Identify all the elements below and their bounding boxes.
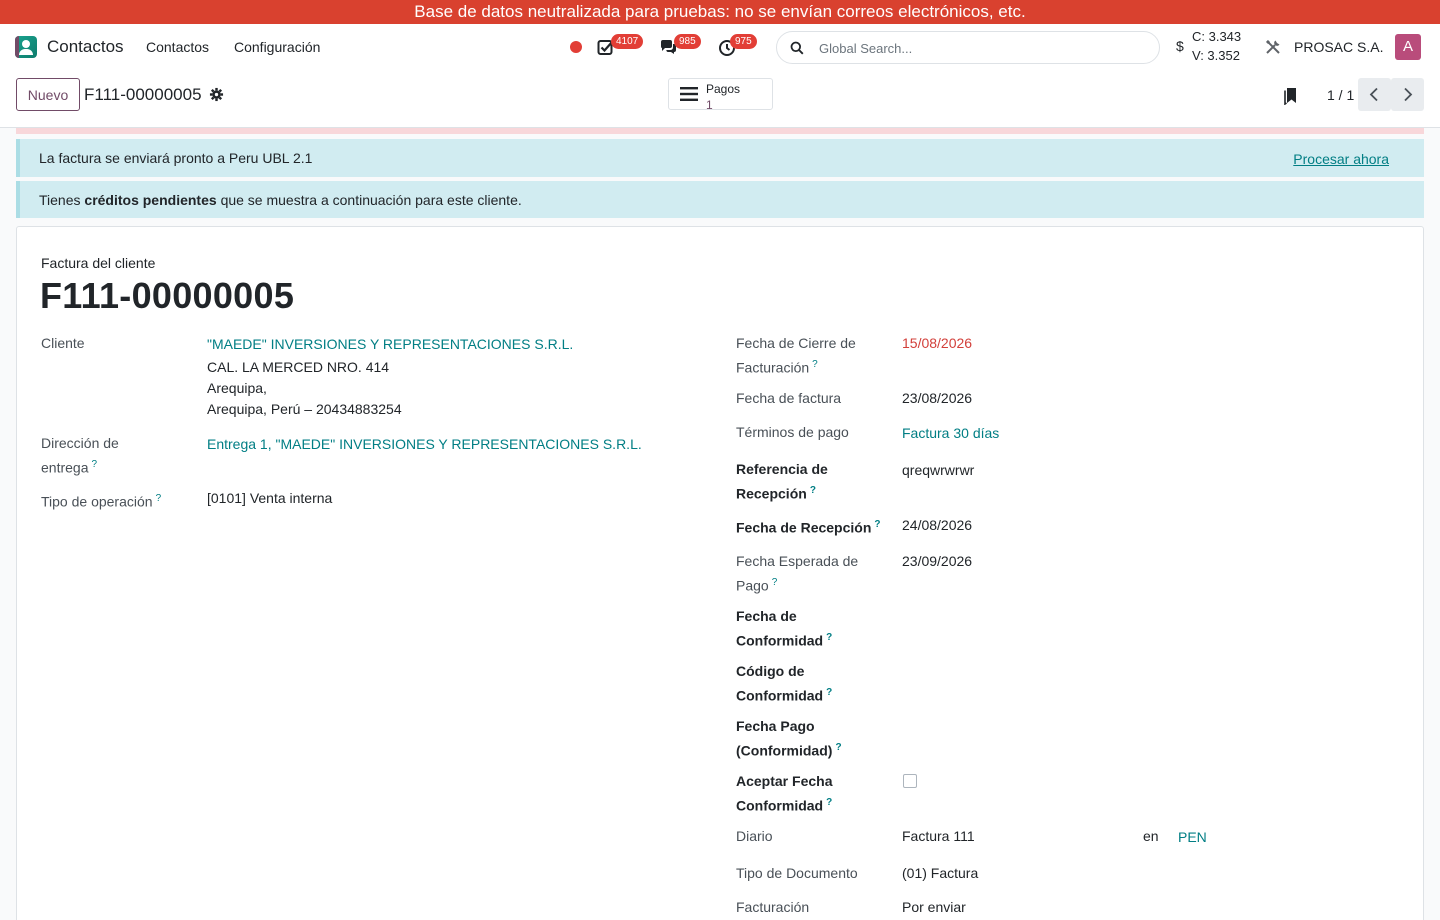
customer-field[interactable]: "MAEDE" INVERSIONES Y REPRESENTACIONES S… <box>207 334 573 355</box>
company-switcher[interactable]: PROSAC S.A. <box>1294 39 1383 55</box>
chevron-left-icon <box>1369 87 1378 102</box>
activities-badge: 4107 <box>611 34 644 49</box>
invoice-date-label: Fecha de factura <box>736 390 842 406</box>
customer-label: Cliente <box>41 335 85 351</box>
customer-address-line2: Arequipa, <box>207 380 267 396</box>
pager-value[interactable]: 1 / 1 <box>1327 87 1354 103</box>
bookmark-icon[interactable] <box>1283 87 1299 105</box>
ubl-alert-text: La factura se enviará pronto a Peru UBL … <box>39 150 313 166</box>
operation-type-field[interactable]: [0101] Venta interna <box>207 488 332 509</box>
new-button[interactable]: Nuevo <box>16 78 80 111</box>
pending-credits-link[interactable]: créditos pendientes <box>84 192 216 208</box>
pending-credits-alert: Tienes créditos pendientes que se muestr… <box>16 181 1424 218</box>
credits-alert-text: Tienes créditos pendientes que se muestr… <box>39 192 522 208</box>
reception-date-label: Fecha de Recepción? <box>736 519 881 536</box>
menu-configuracion[interactable]: Configuración <box>234 39 320 55</box>
journal-label: Diario <box>736 828 773 844</box>
tools-icon[interactable] <box>1265 39 1281 55</box>
list-bars-icon <box>680 87 698 101</box>
ubl-send-alert: La factura se enviará pronto a Peru UBL … <box>16 139 1424 177</box>
invoice-form-sheet: Factura del cliente F111-00000005 Client… <box>16 226 1424 920</box>
process-now-link[interactable]: Procesar ahora <box>1293 151 1389 167</box>
warning-alert-edge <box>16 128 1424 134</box>
payment-terms-label: Términos de pago <box>736 424 849 440</box>
exchange-rate-sell[interactable]: V: 3.352 <box>1192 48 1240 63</box>
expected-payment-date-label: Fecha Esperada de Pago? <box>736 553 859 594</box>
document-type: Factura del cliente <box>41 255 156 271</box>
document-type-label: Tipo de Documento <box>736 865 858 881</box>
operation-type-label: Tipo de operación? <box>41 493 162 510</box>
messages-badge: 985 <box>674 34 701 49</box>
search-icon <box>790 41 804 55</box>
expected-payment-date-field[interactable]: 23/09/2026 <box>902 551 972 572</box>
app-name[interactable]: Contactos <box>47 37 124 57</box>
currency-separator: en <box>1143 828 1159 844</box>
document-type-field[interactable]: (01) Factura <box>902 863 978 884</box>
delivery-address-label: Dirección de entrega? <box>41 435 119 476</box>
customer-address-line1: CAL. LA MERCED NRO. 414 <box>207 359 390 375</box>
reception-reference-field[interactable]: qreqwrwrwr <box>902 460 974 481</box>
main-navbar: Contactos Contactos Configuración 4107 9… <box>0 24 1440 70</box>
accept-conformity-date-checkbox[interactable] <box>903 774 917 788</box>
menu-contactos[interactable]: Contactos <box>146 39 209 55</box>
currency-field[interactable]: PEN <box>1178 827 1207 848</box>
payment-terms-field[interactable]: Factura 30 días <box>902 423 999 444</box>
accept-conformity-date-label: Aceptar Fecha Conformidad? <box>736 773 833 814</box>
payments-label: Pagos <box>706 82 741 96</box>
contacts-app-icon[interactable] <box>15 36 37 58</box>
global-search[interactable] <box>776 31 1160 64</box>
control-panel: Nuevo F111-00000005 Pagos 1 1 / 1 <box>0 70 1440 128</box>
billing-status-label: Facturación <box>736 899 810 915</box>
journal-field[interactable]: Factura 111 <box>902 826 975 847</box>
recording-dot-icon[interactable] <box>570 41 582 53</box>
reception-reference-label: Referencia de Recepción? <box>736 461 828 502</box>
invoice-number-title: F111-00000005 <box>40 275 295 316</box>
pager-next-button[interactable] <box>1391 78 1424 111</box>
breadcrumb-record-name: F111-00000005 <box>84 85 202 104</box>
chevron-right-icon <box>1404 87 1413 102</box>
pager-previous-button[interactable] <box>1358 78 1391 111</box>
user-avatar[interactable]: A <box>1395 34 1421 60</box>
delivery-address-field[interactable]: Entrega 1, "MAEDE" INVERSIONES Y REPRESE… <box>207 434 642 455</box>
reception-date-field[interactable]: 24/08/2026 <box>902 515 972 536</box>
conformity-code-label: Código de Conformidad? <box>736 663 833 704</box>
billing-status-field: Por enviar <box>902 899 966 915</box>
conformity-date-label: Fecha de Conformidad? <box>736 608 833 649</box>
billing-close-date-field[interactable]: 15/08/2026 <box>902 333 972 354</box>
currency-symbol[interactable]: $ <box>1176 38 1184 54</box>
neutralized-db-banner: Base de datos neutralizada para pruebas:… <box>0 0 1440 24</box>
exchange-rate-buy[interactable]: C: 3.343 <box>1192 29 1241 44</box>
conformity-payment-date-label: Fecha Pago (Conformidad)? <box>736 718 842 759</box>
billing-close-date-label: Fecha de Cierre de Facturación? <box>736 335 856 376</box>
global-search-input[interactable] <box>819 38 1139 58</box>
gear-icon[interactable] <box>209 87 224 102</box>
invoice-date-field[interactable]: 23/08/2026 <box>902 388 972 409</box>
timer-badge: 975 <box>730 34 757 49</box>
payments-smart-button[interactable]: Pagos 1 <box>668 78 773 112</box>
customer-address-line3: Arequipa, Perú – 20434883254 <box>207 401 402 417</box>
payments-count: 1 <box>706 98 713 112</box>
